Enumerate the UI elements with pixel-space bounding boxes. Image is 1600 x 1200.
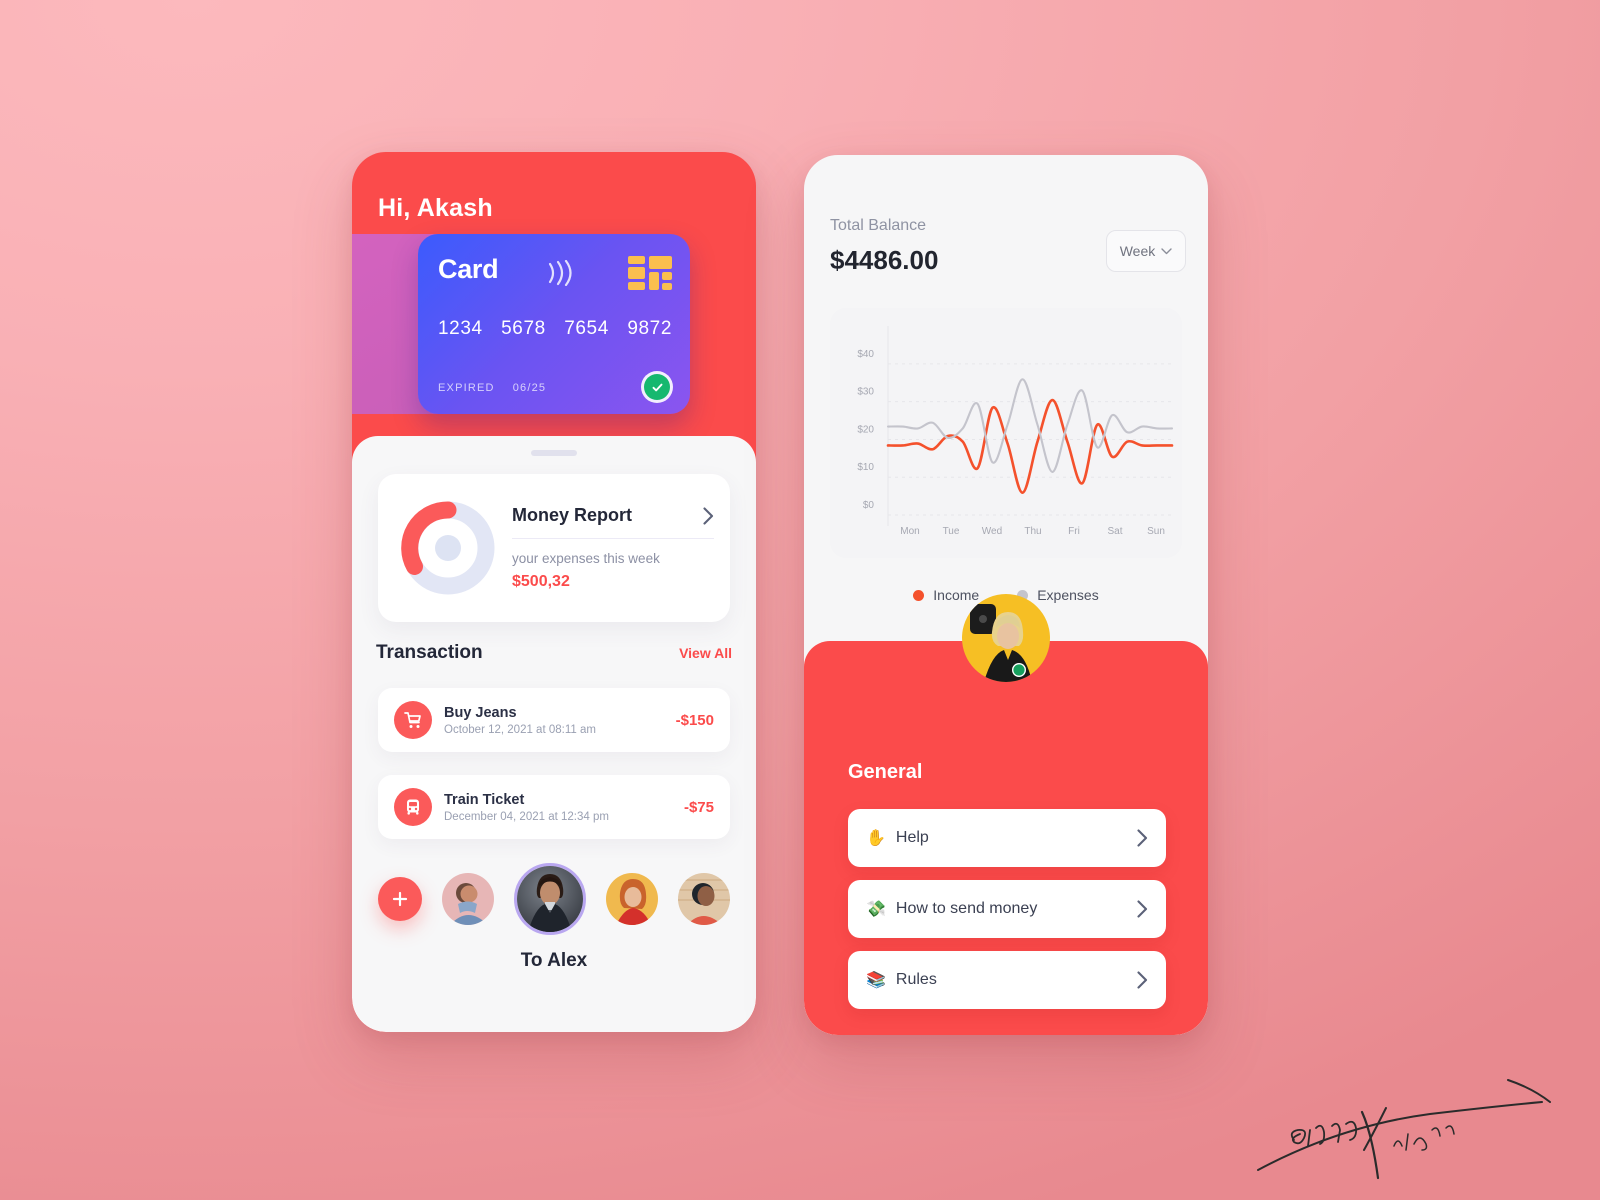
legend-label: Expenses bbox=[1037, 587, 1099, 603]
transaction-amount: -$75 bbox=[683, 798, 714, 816]
shopping-cart-icon bbox=[394, 701, 432, 739]
transaction-date: October 12, 2021 at 08:11 am bbox=[444, 723, 596, 736]
sheet-drag-handle[interactable] bbox=[531, 450, 577, 456]
range-select-value: Week bbox=[1119, 243, 1156, 259]
avatar[interactable] bbox=[678, 873, 730, 925]
card-number: 1234 5678 7654 9872 bbox=[438, 318, 672, 340]
chart-axis-labels: $0 $10 $20 $30 $40 Mon Tue Wed Thu Fri Sat Sun bbox=[857, 349, 1165, 537]
card-number-group: 9872 bbox=[627, 318, 672, 339]
chevron-right-icon bbox=[1137, 971, 1148, 989]
y-axis-tick: $30 bbox=[857, 387, 874, 398]
card-brand-label: Card bbox=[438, 254, 499, 284]
avatar[interactable] bbox=[442, 873, 494, 925]
page-title: Hi, Akash bbox=[378, 194, 493, 222]
avatar-alex-selected[interactable] bbox=[514, 863, 586, 935]
card-expired-label: EXPIRED bbox=[438, 382, 495, 394]
money-report-amount: $500,32 bbox=[512, 573, 570, 590]
menu-item-label: Rules bbox=[895, 971, 937, 988]
menu-item-label: How to send money bbox=[895, 900, 1038, 917]
x-axis-tick: Sat bbox=[1107, 526, 1122, 537]
chevron-right-icon[interactable] bbox=[703, 506, 714, 525]
y-axis-tick: $10 bbox=[857, 462, 874, 473]
books-icon: 📚 bbox=[866, 972, 886, 989]
balance-chart: $0 $10 $20 $30 $40 Mon Tue Wed Thu Fri Sat Sun bbox=[830, 308, 1182, 558]
selected-contact-name: To Alex bbox=[520, 950, 588, 971]
card-number-group: 1234 bbox=[438, 318, 483, 339]
table-row[interactable]: Train Ticket December 04, 2021 at 12:34 … bbox=[378, 775, 730, 839]
x-axis-tick: Tue bbox=[943, 526, 960, 537]
card-number-partial: 72 bbox=[352, 318, 420, 340]
x-axis-tick: Thu bbox=[1024, 526, 1041, 537]
general-panel: General ✋ Help 💸 How to send money 📚 Rul… bbox=[804, 594, 1208, 1035]
legend-item-income: Income bbox=[913, 587, 979, 603]
add-contact-button[interactable] bbox=[378, 877, 422, 921]
transaction-section-header: Transaction View All bbox=[376, 642, 732, 664]
card-number-group: 7654 bbox=[564, 318, 609, 339]
card-number-group: 5678 bbox=[501, 318, 546, 339]
raised-hand-icon: ✋ bbox=[866, 830, 886, 847]
expenses-donut-chart bbox=[401, 501, 495, 595]
view-all-link[interactable]: View All bbox=[679, 645, 732, 661]
y-axis-tick: $20 bbox=[857, 424, 874, 435]
money-report-details: Money Report your expenses this week $50… bbox=[500, 505, 730, 591]
phone-left-dashboard: Hi, Akash Card 72 Card bbox=[352, 152, 756, 1032]
card-verified-badge bbox=[644, 374, 670, 400]
chip-icon bbox=[628, 256, 672, 290]
money-report-header: Money Report bbox=[512, 505, 714, 539]
dashboard-sheet: Money Report your expenses this week $50… bbox=[352, 436, 756, 1032]
x-axis-tick: Fri bbox=[1068, 526, 1080, 537]
x-axis-tick: Wed bbox=[982, 526, 1002, 537]
balance-value: $4486.00 bbox=[830, 245, 939, 275]
transaction-info: Train Ticket December 04, 2021 at 12:34 … bbox=[444, 792, 684, 823]
chevron-right-icon bbox=[1137, 900, 1148, 918]
artist-signature bbox=[1257, 1079, 1551, 1180]
transaction-info: Buy Jeans October 12, 2021 at 08:11 am bbox=[444, 705, 676, 736]
card-expiry-date: 06/25 bbox=[512, 382, 547, 394]
menu-item-rules[interactable]: 📚 Rules bbox=[848, 951, 1166, 1009]
money-report-subtitle: your expenses this week bbox=[512, 551, 660, 566]
contactless-icon bbox=[548, 260, 572, 286]
card-carousel[interactable]: Card 72 Card bbox=[352, 234, 756, 414]
balance-label: Total Balance bbox=[830, 217, 927, 234]
x-axis-tick: Sun bbox=[1147, 526, 1165, 537]
money-report-title: Money Report bbox=[512, 505, 633, 525]
transaction-amount: -$150 bbox=[675, 711, 714, 729]
bus-icon bbox=[394, 788, 432, 826]
avatar[interactable] bbox=[606, 873, 658, 925]
x-axis-tick: Mon bbox=[900, 526, 919, 537]
transaction-title: Transaction bbox=[376, 642, 483, 663]
menu-item-label: Help bbox=[895, 829, 929, 846]
legend-color-dot bbox=[913, 589, 925, 601]
range-select[interactable]: Week bbox=[1106, 230, 1186, 272]
money-with-wings-icon: 💸 bbox=[866, 901, 886, 918]
chevron-down-icon bbox=[1161, 247, 1172, 254]
phone-right-balance: Total Balance $4486.00 Week $0 $10 $20 $30 $… bbox=[804, 155, 1208, 1035]
card-expiry-row: EXPIRED 06/25 bbox=[438, 382, 546, 394]
plus-icon bbox=[392, 891, 408, 907]
contact-avatar-row bbox=[378, 863, 730, 935]
money-report-card[interactable]: Money Report your expenses this week $50… bbox=[378, 474, 730, 622]
transaction-name: Train Ticket bbox=[444, 791, 525, 808]
y-axis-tick: $0 bbox=[863, 500, 875, 511]
transaction-name: Buy Jeans bbox=[444, 704, 517, 721]
credit-card-active[interactable]: Card 1234 5678 7654 9872 EXPIRED 06/25 bbox=[418, 234, 690, 414]
menu-item-help[interactable]: ✋ Help bbox=[848, 809, 1166, 867]
menu-item-how-to-send-money[interactable]: 💸 How to send money bbox=[848, 880, 1166, 938]
table-row[interactable]: Buy Jeans October 12, 2021 at 08:11 am -… bbox=[378, 688, 730, 752]
avatar[interactable] bbox=[962, 594, 1050, 682]
y-axis-tick: $40 bbox=[857, 349, 874, 360]
legend-label: Income bbox=[933, 587, 980, 603]
check-icon bbox=[652, 383, 662, 391]
transaction-date: December 04, 2021 at 12:34 pm bbox=[444, 810, 609, 823]
general-section-title: General bbox=[848, 761, 923, 783]
chevron-right-icon bbox=[1137, 829, 1148, 847]
